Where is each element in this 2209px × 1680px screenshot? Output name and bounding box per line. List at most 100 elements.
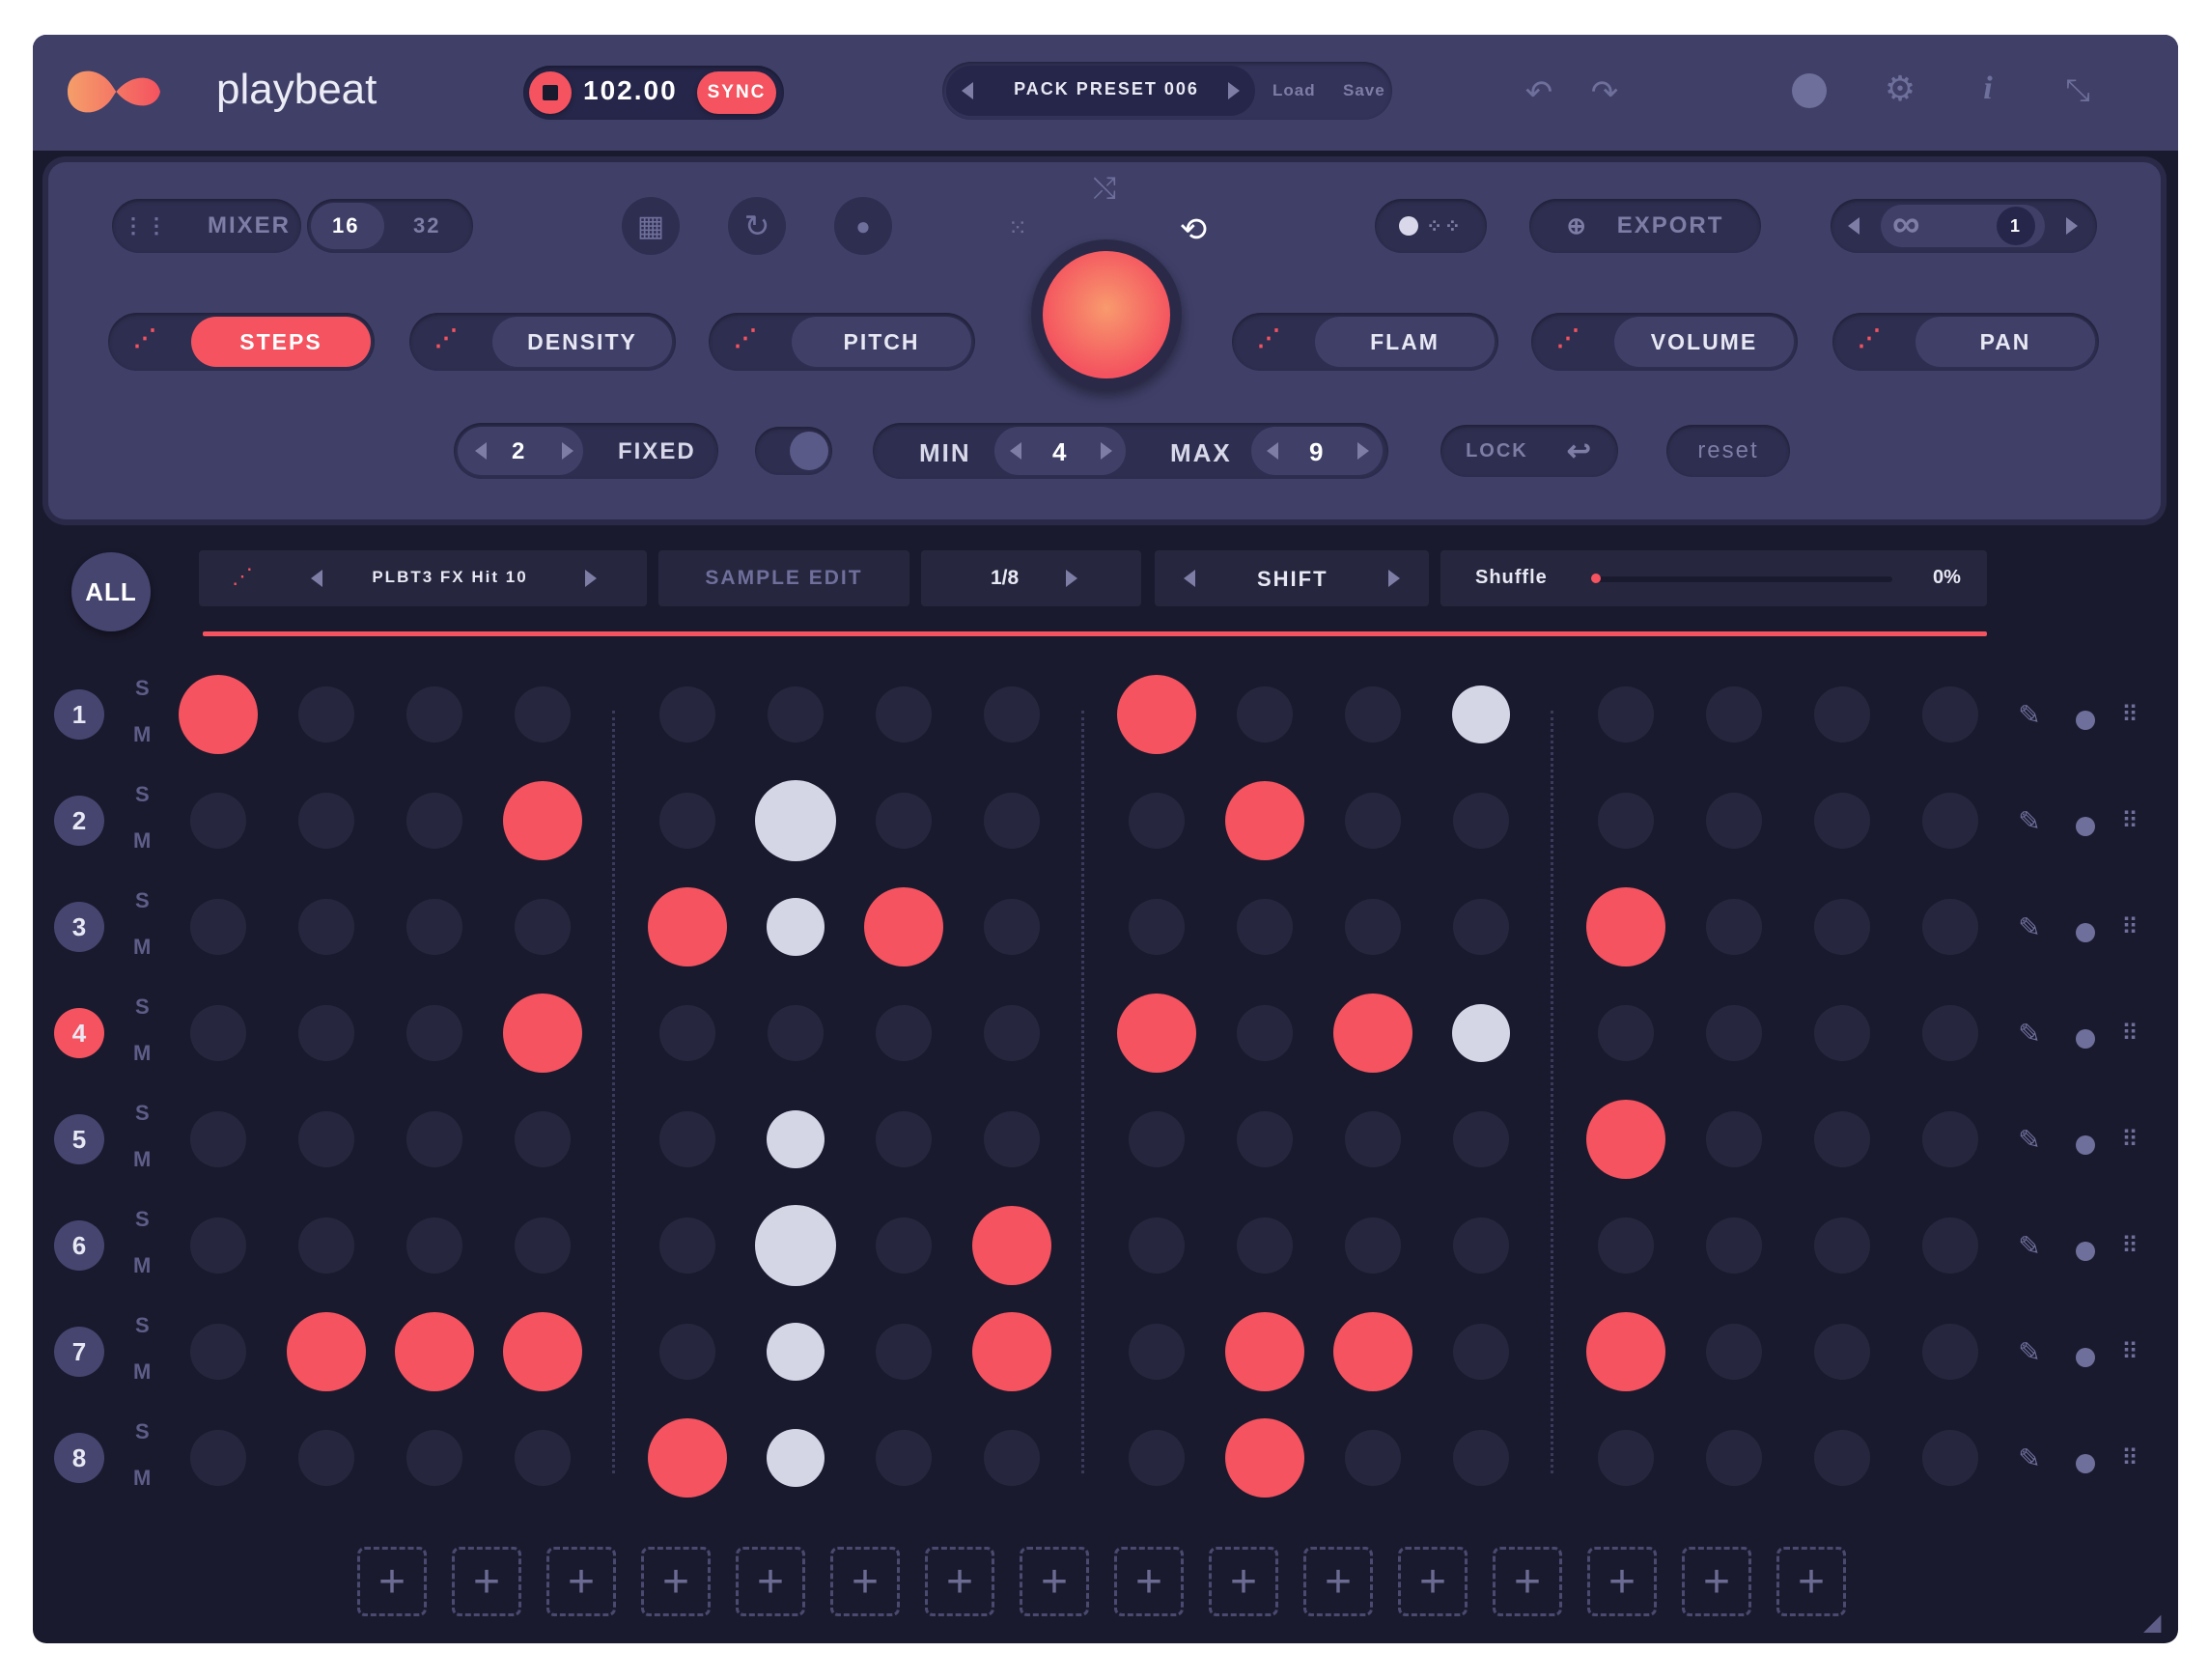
step-cell[interactable] [659,686,715,742]
step-cell[interactable] [1706,686,1762,742]
track-number[interactable]: 8 [54,1433,104,1483]
step-cell[interactable] [767,1323,825,1381]
eraser-icon[interactable]: ✎ [2012,1016,2047,1050]
step-cell[interactable] [1237,686,1293,742]
step-cell[interactable] [984,1430,1040,1486]
step-cell[interactable] [406,793,462,849]
random-steps-icon[interactable]: ⋰ [133,324,158,352]
step-cell[interactable] [1706,1430,1762,1486]
add-track-slot[interactable]: + [546,1547,616,1616]
preset-prev-icon[interactable] [962,82,973,99]
loop-value[interactable]: 1 [1997,207,2035,245]
sample-edit-button[interactable]: SAMPLE EDIT [658,550,909,606]
step-cell[interactable] [1225,781,1304,860]
step-cell[interactable] [406,1430,462,1486]
step-cell[interactable] [1117,994,1196,1073]
step-cell[interactable] [298,686,354,742]
step-cell[interactable] [972,1206,1051,1285]
lock-icon[interactable] [2074,1022,2097,1049]
step-cell[interactable] [1922,899,1978,955]
step-cell[interactable] [1706,1218,1762,1274]
step-cell[interactable] [179,675,258,754]
loop-prev-icon[interactable] [1848,217,1859,235]
fixed-prev-icon[interactable] [475,442,487,460]
step-cell[interactable] [1225,1312,1304,1391]
step-cell[interactable] [298,1005,354,1061]
mute-button[interactable]: M [133,722,151,747]
step-cell[interactable] [984,1111,1040,1167]
step-cell[interactable] [1922,1430,1978,1486]
step-cell[interactable] [984,686,1040,742]
step-cell[interactable] [1453,1111,1509,1167]
drag-handle-icon[interactable]: ⠿ [2118,910,2141,944]
eraser-icon[interactable]: ✎ [2012,1334,2047,1369]
step-cell[interactable] [406,1111,462,1167]
step-cell[interactable] [1922,1218,1978,1274]
drag-handle-icon[interactable]: ⠿ [2118,1122,2141,1157]
lock-icon[interactable] [2074,1340,2097,1367]
max-prev-icon[interactable] [1267,442,1278,460]
solo-button[interactable]: S [135,994,150,1020]
step-cell[interactable] [1345,793,1401,849]
mute-button[interactable]: M [133,828,151,854]
eraser-icon[interactable]: ✎ [2012,697,2047,732]
add-track-slot[interactable]: + [1398,1547,1468,1616]
step-cell[interactable] [1345,1218,1401,1274]
add-track-slot[interactable]: + [925,1547,994,1616]
step-cell[interactable] [767,898,825,956]
step-cell[interactable] [1237,899,1293,955]
step-cell[interactable] [984,899,1040,955]
drag-handle-icon[interactable]: ⠿ [2118,803,2141,838]
scatter-icon[interactable]: ⁙ [1000,210,1035,245]
track-number[interactable]: 3 [54,902,104,952]
step-cell[interactable] [1586,887,1665,966]
add-track-slot[interactable]: + [357,1547,427,1616]
step-cell[interactable] [1333,1312,1412,1391]
step-cell[interactable] [768,686,824,742]
step-cell[interactable] [1453,1218,1509,1274]
fixed-value[interactable]: 2 [512,438,526,465]
step-cell[interactable] [1706,1324,1762,1380]
solo-button[interactable]: S [135,1101,150,1126]
rate-next-icon[interactable] [1066,570,1077,587]
step-cell[interactable] [876,686,932,742]
add-track-slot[interactable]: + [1020,1547,1089,1616]
step-cell[interactable] [1345,1111,1401,1167]
step-cell[interactable] [659,793,715,849]
track-number[interactable]: 5 [54,1114,104,1164]
loop-next-icon[interactable] [2066,217,2078,235]
step-cell[interactable] [515,1218,571,1274]
step-cell[interactable] [1598,1005,1654,1061]
lock-button[interactable]: LOCK ↩ [1440,425,1618,477]
redo-icon[interactable]: ↷ [1585,73,1624,112]
track-number[interactable]: 7 [54,1327,104,1377]
drag-handle-icon[interactable]: ⠿ [2118,1016,2141,1050]
step-cell[interactable] [1706,899,1762,955]
add-track-slot[interactable]: + [1682,1547,1751,1616]
rate-value[interactable]: 1/8 [991,567,1019,590]
step-cell[interactable] [406,899,462,955]
mixer-button[interactable]: ⋮⋮ MIXER [112,199,301,253]
lock-icon[interactable] [2074,915,2097,942]
collapse-icon[interactable]: ⤡ [2058,71,2097,110]
step-cell[interactable] [659,1218,715,1274]
max-value[interactable]: 9 [1309,437,1325,467]
step-cell[interactable] [190,1324,246,1380]
resize-handle-icon[interactable]: ◢ [2143,1609,2172,1638]
random-pan-icon[interactable]: ⋰ [1858,324,1883,352]
add-track-slot[interactable]: + [452,1547,521,1616]
shuffle-slider-handle[interactable] [1591,574,1601,583]
step-cell[interactable] [1814,793,1870,849]
step-cell[interactable] [1598,1430,1654,1486]
step-cell[interactable] [876,1218,932,1274]
step-cell[interactable] [876,1324,932,1380]
mute-button[interactable]: M [133,1466,151,1491]
mute-button[interactable]: M [133,1147,151,1172]
step-cell[interactable] [1922,686,1978,742]
mode-flam[interactable]: ⋰ FLAM [1232,313,1498,371]
track-number[interactable]: 2 [54,796,104,846]
step-cell[interactable] [1814,1218,1870,1274]
lock-icon[interactable] [2074,703,2097,730]
velocity-mode-toggle[interactable]: ⁘⁘ [1375,199,1487,253]
step-cell[interactable] [659,1005,715,1061]
